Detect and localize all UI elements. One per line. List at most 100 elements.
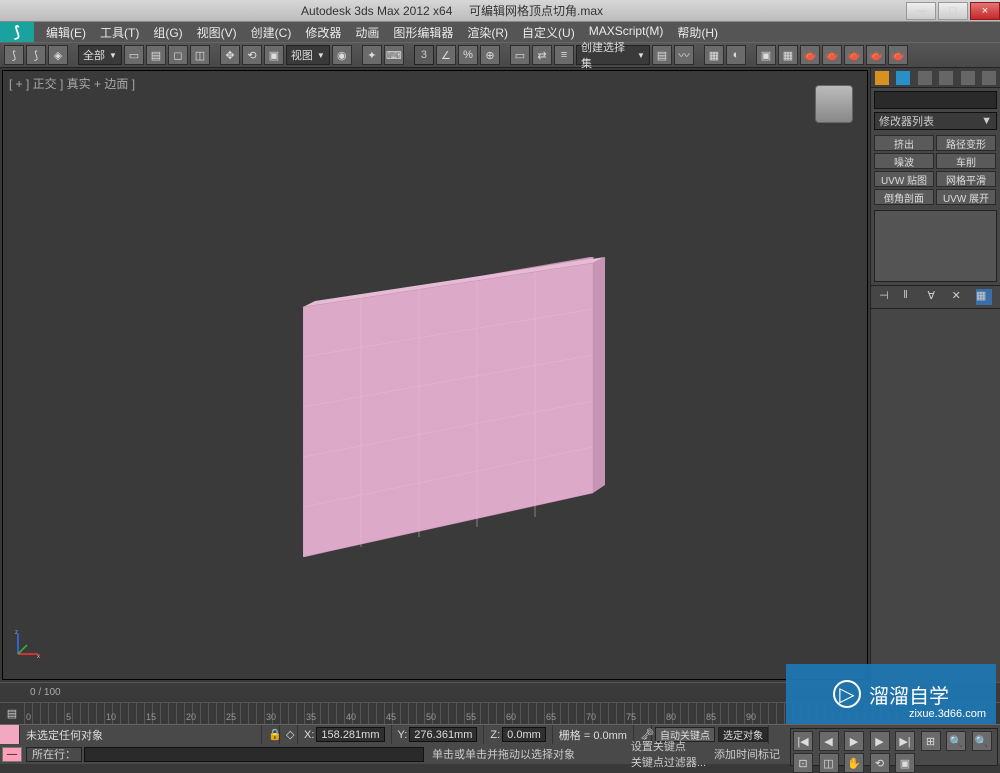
play-icon[interactable]: ▶ [844,731,864,751]
menu-grapheditor[interactable]: 图形编辑器 [393,24,453,41]
keymode-icon[interactable]: ⌨ [384,45,404,65]
y-coord[interactable]: 276.361mm [409,727,477,742]
app-logo-icon[interactable]: ⟆ [0,22,34,42]
configure-sets-icon[interactable]: ▦ [976,289,992,305]
x-coord[interactable]: 158.281mm [316,727,384,742]
script-indicator-icon[interactable] [0,725,20,744]
selkey-dropdown[interactable]: 选定对象 [718,727,768,742]
render-setup-icon[interactable]: ▣ [756,45,776,65]
close-button[interactable]: × [970,2,1000,20]
scale-icon[interactable]: ▣ [264,45,284,65]
mod-pathdeform[interactable]: 路径变形 [936,135,996,151]
make-unique-icon[interactable]: ∀ [927,289,941,303]
move-icon[interactable]: ✥ [220,45,240,65]
minimize-button[interactable]: — [906,2,936,20]
z-coord[interactable]: 0.0mm [502,727,546,742]
timeline-config-icon[interactable]: ▤ [0,703,24,724]
filter-dropdown[interactable]: 全部▼ [78,45,122,65]
motion-tab-icon[interactable] [939,71,953,85]
render3-icon[interactable]: 🫖 [844,45,864,65]
render-frame-icon[interactable]: ▦ [778,45,798,65]
utilities-tab-icon[interactable] [982,71,996,85]
script-mini-icon[interactable]: — [2,747,22,762]
zoom-icon[interactable]: 🔍 [946,731,966,751]
isolate-icon[interactable]: ◇ [280,725,298,744]
zoom-ext-icon[interactable]: ⊡ [793,753,813,773]
mod-bevelprofile[interactable]: 倒角剖面 [874,189,934,205]
menu-create[interactable]: 创建(C) [251,24,292,41]
modify-tab-icon[interactable] [896,71,910,85]
curve-editor-icon[interactable]: 〰 [674,45,694,65]
spinner-snap-icon[interactable]: ⊕ [480,45,500,65]
select-rect-icon[interactable]: ◻ [168,45,188,65]
select-name-icon[interactable]: ▤ [146,45,166,65]
addtime-button[interactable]: 添加时间标记 [714,746,780,762]
modifier-stack[interactable] [874,210,997,282]
render4-icon[interactable]: 🫖 [866,45,886,65]
schematic-icon[interactable]: ▦ [704,45,724,65]
prev-frame-icon[interactable]: ◀ [819,731,839,751]
viewport-label[interactable]: [ + ] 正交 ] 真实 + 边面 ] [9,75,135,92]
mod-meshsmooth[interactable]: 网格平滑 [936,171,996,187]
menu-custom[interactable]: 自定义(U) [522,24,575,41]
remove-mod-icon[interactable]: ✕ [952,289,966,303]
mod-uvwmap[interactable]: UVW 贴图 [874,171,934,187]
mod-lathe[interactable]: 车削 [936,153,996,169]
viewport[interactable]: [ + ] 正交 ] 真实 + 边面 ] z x [2,70,868,680]
object-name-field[interactable] [874,91,997,109]
menu-maxscript[interactable]: MAXScript(M) [589,24,664,41]
orbit-icon[interactable]: ⟲ [870,753,890,773]
menu-modifier[interactable]: 修改器 [305,24,341,41]
listener-input[interactable] [84,747,424,762]
fov-icon[interactable]: ◫ [819,753,839,773]
unlink-icon[interactable]: ⟆ [26,45,46,65]
pivot-icon[interactable]: ◉ [332,45,352,65]
mod-extrude[interactable]: 挤出 [874,135,934,151]
manip-icon[interactable]: ✦ [362,45,382,65]
select-object-icon[interactable]: ▭ [124,45,144,65]
bind-icon[interactable]: ◈ [48,45,68,65]
percent-snap-icon[interactable]: % [458,45,478,65]
menu-view[interactable]: 视图(V) [197,24,237,41]
goto-end-icon[interactable]: ▶| [895,731,915,751]
maximize-button[interactable]: □ [938,2,968,20]
align-icon[interactable]: ≡ [554,45,574,65]
menu-tools[interactable]: 工具(T) [100,24,139,41]
mod-noise[interactable]: 噪波 [874,153,934,169]
window-crossing-icon[interactable]: ◫ [190,45,210,65]
pin-stack-icon[interactable]: ⊣ [879,289,893,303]
render-icon[interactable]: 🫖 [800,45,820,65]
rotate-icon[interactable]: ⟲ [242,45,262,65]
lock-icon[interactable]: 🔒 [262,725,280,744]
named-sel-btn[interactable]: ▭ [510,45,530,65]
render2-icon[interactable]: 🫖 [822,45,842,65]
display-tab-icon[interactable] [961,71,975,85]
material-icon[interactable]: ◐ [726,45,746,65]
show-end-icon[interactable]: ‖ [903,289,917,303]
max-viewport-icon[interactable]: ▣ [895,753,915,773]
setkey-button[interactable]: 设置关键点 [631,738,706,754]
menu-group[interactable]: 组(G) [153,24,182,41]
layer-icon[interactable]: ▤ [652,45,672,65]
time-config-icon[interactable]: ⊞ [921,731,941,751]
namedset-dropdown[interactable]: 创建选择集▼ [576,45,650,65]
hierarchy-tab-icon[interactable] [918,71,932,85]
menu-render[interactable]: 渲染(R) [467,24,508,41]
render5-icon[interactable]: 🫖 [888,45,908,65]
menu-edit[interactable]: 编辑(E) [46,24,86,41]
mod-uvwunwrap[interactable]: UVW 展开 [936,189,996,205]
viewcube[interactable] [809,79,859,129]
refcoord-dropdown[interactable]: 视图▼ [286,45,330,65]
angle-snap-icon[interactable]: ∠ [436,45,456,65]
pan-icon[interactable]: ✋ [844,753,864,773]
menu-anim[interactable]: 动画 [355,24,379,41]
next-frame-icon[interactable]: ▶ [870,731,890,751]
mirror-icon[interactable]: ⇄ [532,45,552,65]
goto-start-icon[interactable]: |◀ [793,731,813,751]
create-tab-icon[interactable] [875,71,889,85]
snap-3d-icon[interactable]: 3 [414,45,434,65]
modifier-list-dropdown[interactable]: 修改器列表▼ [874,112,997,130]
zoom-all-icon[interactable]: 🔍 [972,731,992,751]
link-icon[interactable]: ⟆ [4,45,24,65]
menu-help[interactable]: 帮助(H) [677,24,718,41]
